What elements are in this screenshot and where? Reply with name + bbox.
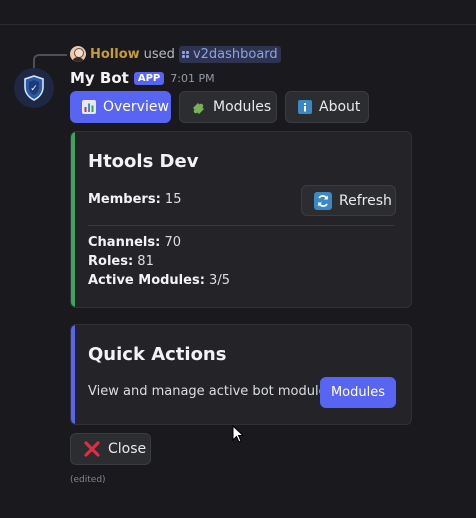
quick-actions-title: Quick Actions <box>88 344 227 365</box>
tab-modules-label: Modules <box>213 99 272 115</box>
mouse-cursor-icon <box>232 425 244 443</box>
server-title: Htools Dev <box>88 151 199 172</box>
message-timestamp: 7:01 PM <box>170 71 215 85</box>
channels-value: 70 <box>164 235 181 250</box>
message-header: My Bot APP 7:01 PM <box>70 68 215 88</box>
bar-chart-icon <box>82 100 96 114</box>
refresh-button[interactable]: Refresh <box>301 185 396 216</box>
tab-about[interactable]: About <box>285 91 369 123</box>
active-modules-field: Active Modules: 3/5 <box>88 273 230 288</box>
command-icon <box>181 50 189 58</box>
quick-actions-card: Quick Actions View and manage active bot… <box>70 324 412 425</box>
channels-label: Channels: <box>88 235 161 250</box>
command-name: v2dashboard <box>192 46 278 62</box>
active-modules-value: 3/5 <box>209 273 230 288</box>
modules-button[interactable]: Modules <box>320 377 396 408</box>
channels-field: Channels: 70 <box>88 235 181 250</box>
info-icon <box>298 100 312 114</box>
roles-label: Roles: <box>88 254 134 269</box>
top-divider <box>0 24 476 25</box>
tab-modules[interactable]: Modules <box>179 91 277 123</box>
members-field: Members: 15 <box>88 192 181 207</box>
refresh-icon <box>314 191 332 210</box>
refresh-label: Refresh <box>339 192 392 209</box>
active-modules-label: Active Modules: <box>88 273 205 288</box>
edited-indicator: (edited) <box>70 475 106 485</box>
card-accent-bar <box>71 325 75 424</box>
card-separator <box>88 225 394 226</box>
svg-text:✓: ✓ <box>30 84 38 94</box>
reply-used-text: used <box>143 46 175 62</box>
members-value: 15 <box>164 192 182 207</box>
tab-overview[interactable]: Overview <box>70 91 171 123</box>
puzzle-icon <box>192 100 206 114</box>
quick-actions-text: View and manage active bot modules <box>88 384 334 399</box>
tab-about-label: About <box>319 99 361 115</box>
user-avatar-icon[interactable] <box>70 46 86 62</box>
close-icon <box>83 440 101 458</box>
reply-connector <box>33 54 67 68</box>
slash-command-chip[interactable]: v2dashboard <box>178 45 281 63</box>
roles-field: Roles: 81 <box>88 254 154 269</box>
shield-icon: ✓ <box>24 75 44 101</box>
members-label: Members: <box>88 192 161 207</box>
bot-name[interactable]: My Bot <box>70 69 129 87</box>
overview-card: Htools Dev Members: 15 Refresh Channels:… <box>70 131 412 308</box>
reply-context[interactable]: Hollow used v2dashboard <box>70 45 281 63</box>
roles-value: 81 <box>137 254 154 269</box>
tab-overview-label: Overview <box>103 99 169 115</box>
reply-username[interactable]: Hollow <box>90 47 140 62</box>
close-button[interactable]: Close <box>70 433 151 465</box>
bot-avatar[interactable]: ✓ <box>14 68 54 108</box>
tab-buttons: Overview Modules About <box>70 91 369 123</box>
card-accent-bar <box>71 132 75 307</box>
app-badge: APP <box>133 71 165 85</box>
close-label: Close <box>108 441 147 457</box>
